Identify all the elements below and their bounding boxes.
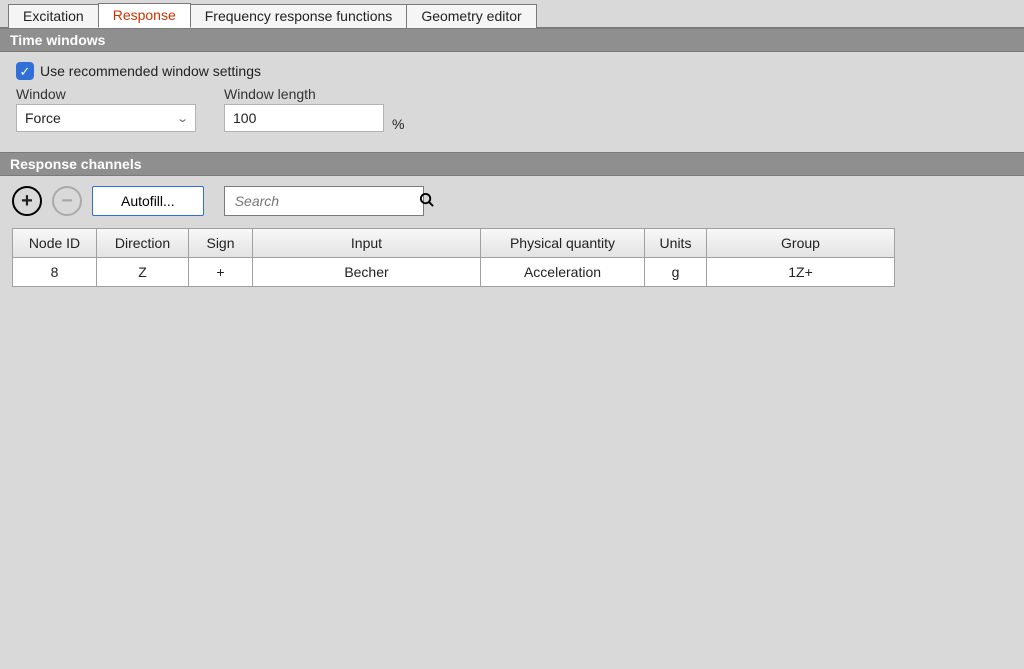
cell-physical-quantity[interactable]: Acceleration [481,258,645,286]
tab-bar: Excitation Response Frequency response f… [0,0,1024,28]
window-label: Window [16,86,196,102]
add-channel-button[interactable]: + [12,186,42,216]
tab-geometry[interactable]: Geometry editor [406,4,536,28]
remove-channel-button: − [52,186,82,216]
col-input[interactable]: Input [253,229,481,258]
col-node-id[interactable]: Node ID [13,229,97,258]
cell-input[interactable]: Becher [253,258,481,286]
plus-icon: + [21,191,33,211]
minus-icon: − [61,191,73,211]
window-length-input[interactable]: 100 [224,104,384,132]
col-units[interactable]: Units [645,229,707,258]
response-channels-toolbar: + − Autofill... [0,176,1024,228]
search-icon [419,192,434,211]
cell-group[interactable]: 1Z+ [707,258,895,286]
response-channels-table: Node ID Direction Sign Input Physical qu… [12,228,895,287]
cell-direction[interactable]: Z [97,258,189,286]
col-sign[interactable]: Sign [189,229,253,258]
search-field-wrap[interactable] [224,186,424,216]
chevron-down-icon: ⌄ [176,112,189,125]
window-select-value: Force [25,110,61,126]
tab-frf[interactable]: Frequency response functions [190,4,408,28]
window-select[interactable]: Force ⌄ [16,104,196,132]
time-windows-header: Time windows [0,28,1024,52]
window-length-value: 100 [233,110,256,126]
response-channels-header: Response channels [0,152,1024,176]
window-length-label: Window length [224,86,404,102]
use-recommended-checkbox[interactable]: ✓ [16,62,34,80]
autofill-button[interactable]: Autofill... [92,186,204,216]
check-icon: ✓ [20,65,31,78]
use-recommended-label: Use recommended window settings [40,63,261,79]
time-windows-body: ✓ Use recommended window settings Window… [0,52,1024,152]
cell-units[interactable]: g [645,258,707,286]
tab-excitation[interactable]: Excitation [8,4,99,28]
cell-sign[interactable]: + [189,258,253,286]
cell-node-id[interactable]: 8 [13,258,97,286]
window-length-unit: % [392,116,404,132]
col-physical-quantity[interactable]: Physical quantity [481,229,645,258]
search-input[interactable] [233,192,419,210]
col-direction[interactable]: Direction [97,229,189,258]
col-group[interactable]: Group [707,229,895,258]
tab-response[interactable]: Response [98,3,191,28]
